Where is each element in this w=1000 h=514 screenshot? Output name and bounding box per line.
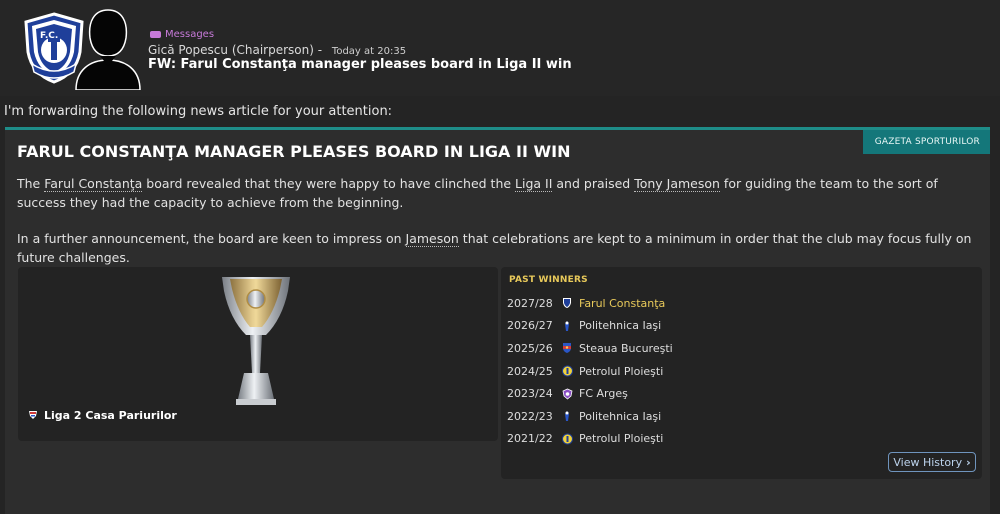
sender-line: Gică Popescu (Chairperson) - Today at 20… [148, 43, 406, 57]
article-title: FARUL CONSTANŢA MANAGER PLEASES BOARD IN… [17, 142, 571, 161]
politehnica-badge-icon [559, 410, 575, 422]
league-name[interactable]: Liga 2 Casa Pariurilor [28, 409, 177, 422]
petrolul-badge-icon [559, 365, 575, 377]
messages-icon [150, 30, 161, 38]
winner-row[interactable]: 2025/26 Steaua Bucureşti [507, 337, 967, 360]
winner-season: 2027/28 [507, 296, 553, 310]
petrolul-badge-icon [559, 433, 575, 445]
winner-club-link[interactable]: Politehnica Iaşi [579, 410, 661, 423]
winner-row[interactable]: 2023/24 FC Argeş [507, 382, 967, 405]
view-history-button[interactable]: View History › [888, 452, 976, 472]
message-source-label: Messages [165, 29, 215, 40]
arges-badge-icon [559, 388, 575, 400]
league-link[interactable]: Liga II [515, 176, 553, 192]
manager-link[interactable]: Tony Jameson [634, 176, 720, 192]
winner-club-link[interactable]: Petrolul Ploieşti [579, 365, 663, 378]
winner-season: 2023/24 [507, 387, 553, 401]
sender-name[interactable]: Gică Popescu (Chairperson) [148, 43, 314, 57]
article-paragraph: In a further announcement, the board are… [17, 229, 977, 267]
forward-intro: I'm forwarding the following news articl… [4, 104, 393, 119]
text: The [17, 176, 45, 191]
winner-season: 2026/27 [507, 319, 553, 333]
winner-club-link[interactable]: Politehnica Iaşi [579, 319, 661, 332]
farul-badge-icon [559, 297, 575, 309]
winner-club-link[interactable]: Farul Constanţa [579, 297, 665, 310]
manager-link[interactable]: Jameson [405, 231, 459, 247]
winner-row[interactable]: 2021/22 Petrolul Ploieşti [507, 428, 967, 451]
steaua-badge-icon [559, 342, 575, 354]
text: and praised [552, 176, 635, 191]
winner-row[interactable]: 2024/25 Petrolul Ploieşti [507, 360, 967, 383]
text: board revealed that they were happy to h… [142, 176, 516, 191]
message-header: F.C. Messages Gică Popescu (Chairperson)… [0, 0, 1000, 96]
text: In a further announcement, the board are… [17, 231, 406, 246]
past-winners-list: 2027/28 Farul Constanţa 2026/27 Politehn… [507, 292, 967, 450]
winner-row[interactable]: 2022/23 Politehnica Iaşi [507, 405, 967, 428]
winner-row[interactable]: 2026/27 Politehnica Iaşi [507, 315, 967, 338]
winner-season: 2022/23 [507, 409, 553, 423]
liga2-logo-icon [29, 411, 37, 419]
winner-season: 2025/26 [507, 341, 553, 355]
trophy-icon [222, 277, 290, 405]
past-winners-title: PAST WINNERS [509, 275, 588, 285]
chevron-right-icon: › [966, 456, 971, 469]
club-link[interactable]: Farul Constanţa [44, 176, 143, 192]
winner-club-link[interactable]: FC Argeş [579, 387, 628, 400]
sender-avatar[interactable] [74, 4, 142, 90]
league-name-label: Liga 2 Casa Pariurilor [44, 409, 177, 422]
article-paragraph: The Farul Constanţa board revealed that … [17, 174, 977, 212]
separator: - [317, 43, 323, 57]
winner-club-link[interactable]: Steaua Bucureşti [579, 342, 673, 355]
trophy-panel: Liga 2 Casa Pariurilor [18, 267, 498, 441]
publication-tag: GAZETA SPORTURILOR [862, 130, 990, 154]
past-winners-panel: PAST WINNERS 2027/28 Farul Constanţa 202… [501, 267, 982, 479]
message-source[interactable]: Messages [150, 29, 214, 40]
message-time: Today at 20:35 [331, 46, 407, 57]
winner-season: 2021/22 [507, 432, 553, 446]
winner-row[interactable]: 2027/28 Farul Constanţa [507, 292, 967, 315]
winner-club-link[interactable]: Petrolul Ploieşti [579, 432, 663, 445]
message-subject: FW: Farul Constanţa manager pleases boar… [148, 57, 572, 72]
svg-text:F.C.: F.C. [40, 31, 58, 41]
politehnica-badge-icon [559, 320, 575, 332]
winner-season: 2024/25 [507, 364, 553, 378]
view-history-label: View History [893, 456, 963, 469]
